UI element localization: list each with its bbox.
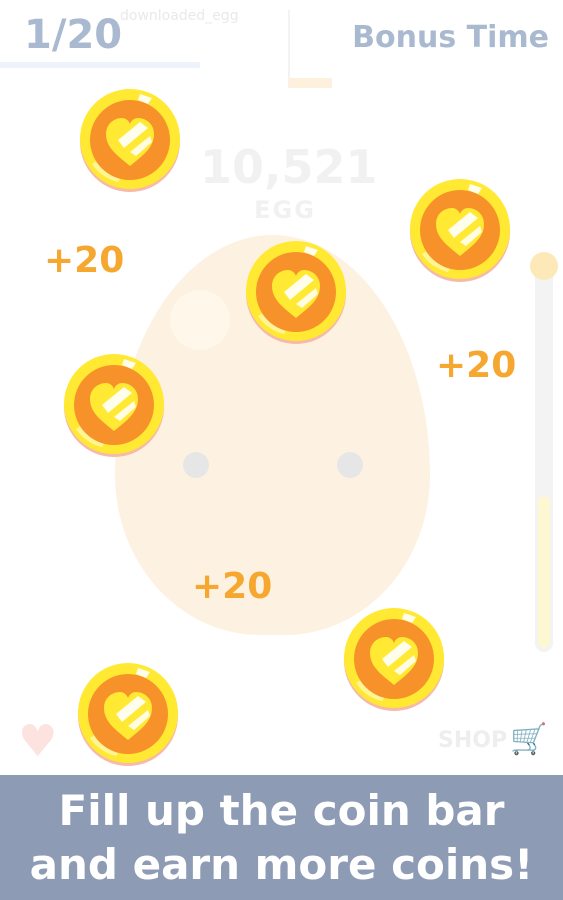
faded-panel bbox=[288, 10, 332, 88]
coin-bar-fill bbox=[538, 496, 550, 648]
banner-line-2: and earn more coins! bbox=[29, 839, 534, 889]
egg-left-eye bbox=[183, 452, 209, 478]
promo-banner: Fill up the coin bar and earn more coins… bbox=[0, 775, 563, 900]
faded-progress-strip bbox=[0, 62, 200, 68]
faded-file-label: downloaded_egg bbox=[120, 8, 239, 24]
points-popup: +20 bbox=[192, 566, 273, 607]
heart-icon[interactable]: ♥ bbox=[18, 716, 57, 767]
heart-coin-icon[interactable] bbox=[76, 662, 180, 766]
points-popup: +20 bbox=[436, 345, 517, 386]
coin-counter: 1/20 bbox=[24, 12, 123, 58]
egg-count: 10,521 bbox=[200, 140, 378, 194]
egg-count-unit: EGG bbox=[254, 196, 316, 224]
banner-line-1: Fill up the coin bar bbox=[58, 785, 505, 835]
egg-shine bbox=[170, 290, 230, 350]
heart-coin-icon[interactable] bbox=[408, 178, 512, 282]
heart-coin-icon[interactable] bbox=[342, 607, 446, 711]
egg-right-eye bbox=[337, 452, 363, 478]
heart-coin-icon[interactable] bbox=[62, 353, 166, 457]
coin-bar-cap-icon bbox=[530, 252, 558, 280]
heart-coin-icon[interactable] bbox=[78, 88, 182, 192]
points-popup: +20 bbox=[44, 240, 125, 281]
heart-coin-icon[interactable] bbox=[244, 240, 348, 344]
bonus-time-label: Bonus Time bbox=[352, 20, 549, 55]
shop-button[interactable]: SHOP bbox=[438, 728, 507, 753]
cart-icon[interactable]: 🛒 bbox=[510, 722, 547, 757]
